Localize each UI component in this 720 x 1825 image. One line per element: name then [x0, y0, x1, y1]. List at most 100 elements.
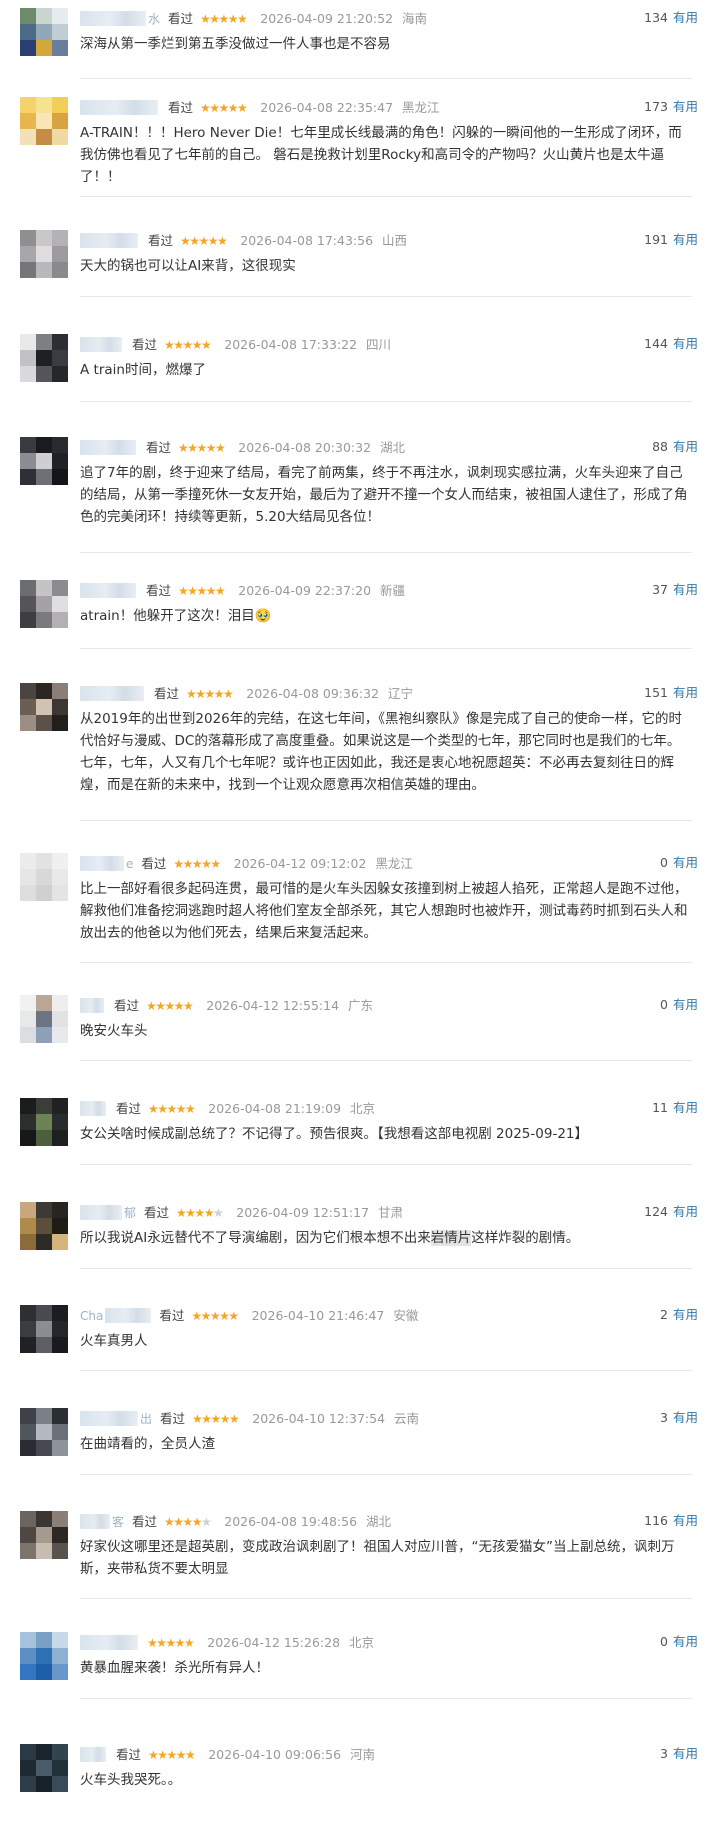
- divider: [80, 648, 692, 649]
- username[interactable]: [80, 1411, 138, 1426]
- divider: [80, 1164, 692, 1165]
- avatar[interactable]: [20, 995, 68, 1043]
- username[interactable]: [80, 337, 122, 352]
- useful-button[interactable]: 有用: [673, 995, 698, 1015]
- comment-text: 火车真男人: [80, 1333, 148, 1349]
- comment-location: 辽宁: [388, 685, 414, 701]
- comment-text: 从2019年的出世到2026年的完结，在这七年间，《黑袍纠察队》像是完成了自己的…: [80, 711, 682, 793]
- comment-time: 2026-04-08 21:19:09: [208, 1100, 342, 1116]
- username-tail: e: [126, 856, 134, 871]
- username[interactable]: [80, 100, 158, 115]
- comment-location: 湖北: [366, 1513, 392, 1529]
- comment-time: 2026-04-09 22:37:20: [238, 582, 372, 598]
- useful-button[interactable]: 有用: [673, 1305, 698, 1325]
- username[interactable]: [80, 233, 138, 248]
- useful-button[interactable]: 有用: [673, 437, 698, 457]
- username[interactable]: [80, 856, 124, 871]
- divider: [80, 1060, 692, 1061]
- username[interactable]: [80, 1205, 122, 1220]
- useful-button[interactable]: 有用: [673, 1202, 698, 1222]
- useful-button[interactable]: 有用: [673, 1632, 698, 1652]
- avatar[interactable]: [20, 97, 68, 145]
- avatar[interactable]: [20, 1305, 68, 1353]
- divider: [80, 78, 692, 79]
- useful-button[interactable]: 有用: [673, 230, 698, 250]
- avatar[interactable]: [20, 580, 68, 628]
- avatar[interactable]: [20, 437, 68, 485]
- watched-label: 看过: [159, 1307, 185, 1323]
- rating-stars: ★★★★★: [177, 440, 226, 455]
- useful-button[interactable]: 有用: [673, 1408, 698, 1428]
- avatar[interactable]: [20, 1098, 68, 1146]
- username[interactable]: [80, 686, 144, 701]
- vote-count: 144: [644, 336, 668, 351]
- divider: [80, 820, 692, 821]
- useful-button[interactable]: 有用: [673, 334, 698, 354]
- useful-button[interactable]: 有用: [673, 580, 698, 600]
- useful-button[interactable]: 有用: [673, 853, 698, 873]
- username-tail: 出: [140, 1411, 153, 1426]
- watched-label: 看过: [115, 1746, 141, 1762]
- avatar[interactable]: [20, 853, 68, 901]
- divider: [80, 401, 692, 402]
- username[interactable]: [80, 1747, 106, 1762]
- comment-text: 黄暴血腥来袭！杀光所有异人！: [80, 1660, 269, 1676]
- useful-button[interactable]: 有用: [673, 1098, 698, 1118]
- review-meta: ★★★★★ 2026-04-12 15:26:28 北京: [80, 1632, 374, 1652]
- watched-label: 看过: [147, 232, 173, 248]
- rating-stars: ★★★★★: [199, 100, 248, 115]
- comment-time: 2026-04-08 20:30:32: [238, 439, 372, 455]
- avatar[interactable]: [20, 1632, 68, 1680]
- avatar[interactable]: [20, 230, 68, 278]
- username[interactable]: [105, 1308, 152, 1323]
- comment-text-part: 这样炸裂的剧情。: [471, 1230, 580, 1246]
- username[interactable]: [80, 1101, 106, 1116]
- username[interactable]: [80, 583, 136, 598]
- comment-text: 火车头我哭死。。: [80, 1772, 182, 1788]
- username-tail: 郁: [124, 1205, 137, 1220]
- vote-count: 2: [660, 1307, 668, 1322]
- comment-location: 湖北: [380, 439, 406, 455]
- review-meta: 看过 ★★★★★ 2026-04-09 22:37:20 新疆: [80, 580, 405, 600]
- username[interactable]: [80, 440, 136, 455]
- rating-stars: ★★★★★: [179, 233, 228, 248]
- avatar[interactable]: [20, 1744, 68, 1792]
- rating-stars: ★★★★★: [147, 1747, 196, 1762]
- username[interactable]: [80, 1514, 110, 1529]
- useful-button[interactable]: 有用: [673, 683, 698, 703]
- useful-button[interactable]: 有用: [673, 97, 698, 117]
- useful-button[interactable]: 有用: [673, 1511, 698, 1531]
- avatar[interactable]: [20, 334, 68, 382]
- comment-time: 2026-04-10 21:46:47: [251, 1307, 385, 1323]
- comment-time: 2026-04-08 17:43:56: [240, 232, 374, 248]
- username[interactable]: [80, 1635, 138, 1650]
- comment-text: 深海从第一季烂到第五季没做过一件人事也是不容易: [80, 36, 391, 52]
- useful-button[interactable]: 有用: [673, 8, 698, 28]
- avatar[interactable]: [20, 8, 68, 56]
- avatar[interactable]: [20, 683, 68, 731]
- useful-button[interactable]: 有用: [673, 1744, 698, 1764]
- username[interactable]: [80, 998, 104, 1013]
- comment-text: 所以我说AI永远替代不了导演编剧，因为它们根本想不出来岩情片这样炸裂的剧情。: [80, 1227, 692, 1249]
- comment-text: 在曲靖看的，全员人渣: [80, 1436, 215, 1452]
- comment-location: 河南: [350, 1746, 376, 1762]
- rating-stars: ★★★★★: [176, 1205, 224, 1220]
- vote-count: 3: [660, 1410, 668, 1425]
- comment-location: 四川: [366, 336, 392, 352]
- divider: [80, 1268, 692, 1269]
- rating-stars: ★★★★★: [185, 686, 234, 701]
- rating-stars: ★★★★★: [164, 1514, 212, 1529]
- rating-stars: ★★★★★: [177, 583, 226, 598]
- comment-time: 2026-04-12 09:12:02: [233, 855, 367, 871]
- vote-count: 37: [652, 582, 668, 597]
- comment-text: 女公关啥时候成副总统了？不记得了。预告很爽。【我想看这部电视剧 2025-09-…: [80, 1126, 588, 1142]
- vote-count: 173: [644, 99, 668, 114]
- divider: [80, 1474, 692, 1475]
- comment-text: atrain！他躲开了这次！泪目🥹: [80, 608, 272, 624]
- comment-time: 2026-04-12 15:26:28: [207, 1634, 341, 1650]
- rating-stars: ★★★★★: [192, 1411, 240, 1426]
- username[interactable]: [80, 11, 146, 26]
- avatar[interactable]: [20, 1202, 68, 1250]
- avatar[interactable]: [20, 1408, 68, 1456]
- avatar[interactable]: [20, 1511, 68, 1559]
